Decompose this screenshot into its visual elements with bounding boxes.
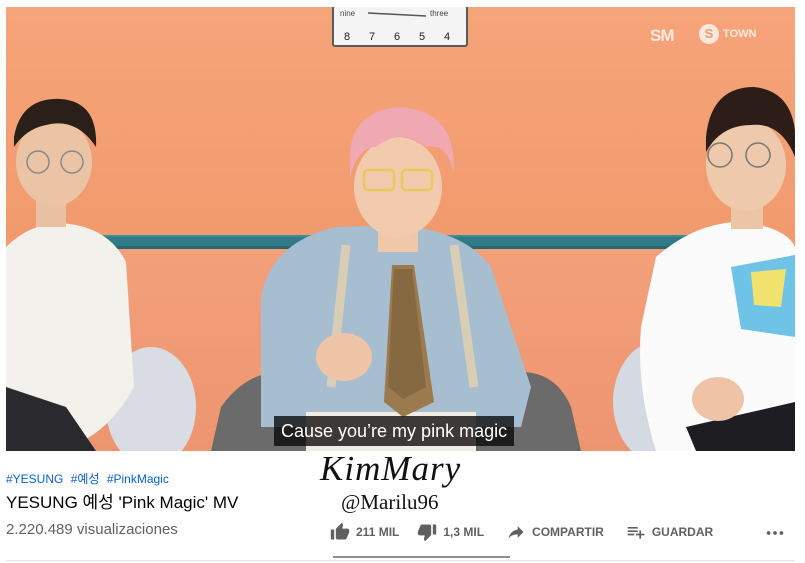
share-button[interactable]: COMPARTIR xyxy=(506,522,604,542)
hashtag-list: #YESUNG #예성 #PinkMagic xyxy=(6,470,173,487)
view-count: 2.220.489 visualizaciones xyxy=(6,521,178,538)
share-arrow-icon xyxy=(508,526,524,539)
center-person xyxy=(261,107,531,451)
sentiment-bar xyxy=(333,556,510,558)
hashtag-link[interactable]: #PinkMagic xyxy=(107,472,169,486)
save-label: GUARDAR xyxy=(651,525,714,539)
thumbs-up-icon xyxy=(330,522,350,540)
video-scene xyxy=(6,87,795,451)
video-player[interactable]: nine three 8 7 6 5 4 SM S TOWN Cause you… xyxy=(6,7,795,451)
video-subtitle: Cause you’re my pink magic xyxy=(274,416,515,446)
section-divider xyxy=(6,560,795,561)
playlist-add-icon xyxy=(627,527,645,539)
hashtag-link[interactable]: #예성 xyxy=(71,472,100,486)
action-bar: 211 MIL 1,3 MIL COMPARTIR GUARDAR xyxy=(330,518,713,546)
dislike-count: 1,3 MIL xyxy=(443,525,485,539)
like-count: 211 MIL xyxy=(356,525,400,539)
hashtag-link[interactable]: #YESUNG xyxy=(6,472,63,486)
share-label: COMPARTIR xyxy=(532,525,604,539)
more-dots-icon xyxy=(766,531,784,535)
watermark-name: KimMary xyxy=(320,449,462,488)
like-button[interactable]: 211 MIL xyxy=(330,522,399,542)
right-person xyxy=(640,87,795,451)
watermark-handle: @Marilu96 xyxy=(341,490,439,514)
save-button[interactable]: GUARDAR xyxy=(626,522,713,542)
video-title: YESUNG 예성 'Pink Magic' MV xyxy=(6,493,239,512)
dislike-button[interactable]: 1,3 MIL xyxy=(417,522,484,542)
thumbs-down-icon xyxy=(418,524,437,542)
left-person xyxy=(6,98,134,451)
more-actions-button[interactable] xyxy=(764,522,786,549)
